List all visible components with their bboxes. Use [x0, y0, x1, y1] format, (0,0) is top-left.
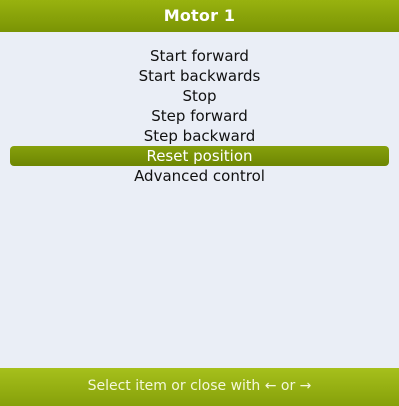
menu-item-reset-position[interactable]: Reset position: [10, 146, 389, 166]
menu-item-advanced-control[interactable]: Advanced control: [10, 166, 389, 186]
menu-item-start-forward[interactable]: Start forward: [10, 46, 389, 66]
menu-item-step-backward[interactable]: Step backward: [10, 126, 389, 146]
menu-item-stop[interactable]: Stop: [10, 86, 389, 106]
window-title: Motor 1: [0, 0, 399, 32]
footer-hint: Select item or close with ← or →: [0, 368, 399, 406]
motor-menu: Start forward Start backwards Stop Step …: [0, 46, 399, 186]
menu-item-step-forward[interactable]: Step forward: [10, 106, 389, 126]
menu-item-start-backwards[interactable]: Start backwards: [10, 66, 389, 86]
